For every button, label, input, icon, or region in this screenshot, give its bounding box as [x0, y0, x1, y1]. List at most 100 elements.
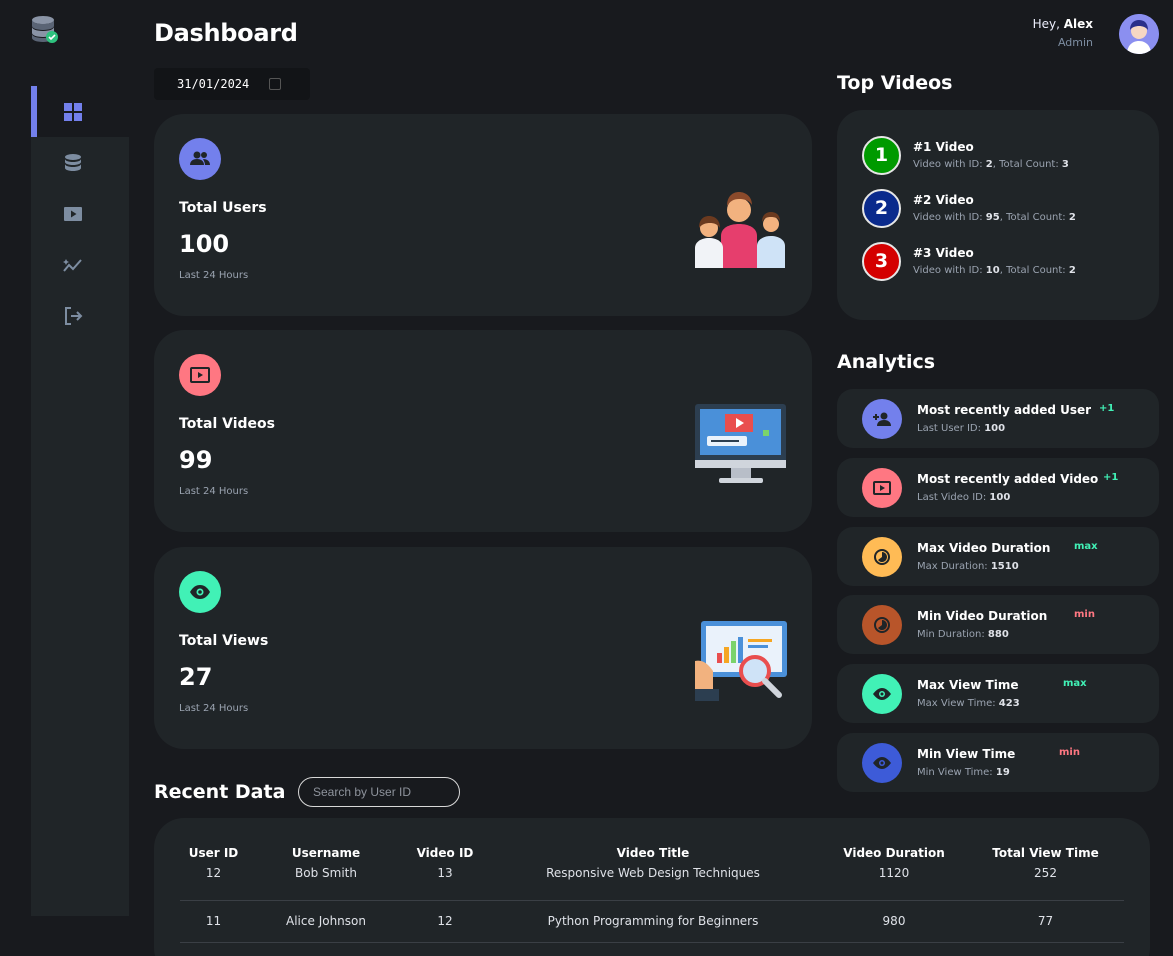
analytics-title-text: Max Video Duration	[917, 541, 1051, 555]
analytics-tag: +1	[1099, 403, 1115, 414]
search-input[interactable]	[298, 777, 460, 807]
rank-badge: 3	[862, 241, 901, 281]
add-user-icon	[862, 398, 902, 439]
table-cell: 12	[405, 900, 485, 943]
analytics-title: Analytics	[837, 351, 936, 373]
top-video-item[interactable]: 2 #2 Video Video with ID: 95, Total Coun…	[862, 188, 1134, 228]
analytics-item[interactable]: Most recently added Video Last Video ID:…	[837, 458, 1159, 517]
analytics-sub: Last User ID: 100	[917, 423, 1006, 434]
top-videos-title: Top Videos	[837, 72, 953, 94]
analytics-item[interactable]: Max Video Duration Max Duration: 1510 ma…	[837, 527, 1159, 586]
sidebar	[31, 86, 129, 916]
analytics-sub: Max Duration: 1510	[917, 561, 1019, 572]
monitor-illustration	[695, 404, 786, 483]
rank-badge: 1	[862, 135, 901, 175]
top-video-item[interactable]: 1 #1 Video Video with ID: 2, Total Count…	[862, 135, 1134, 175]
table-header-row: User ID Username Video ID Video Title Vi…	[180, 846, 1124, 864]
analytics-icon	[63, 258, 82, 272]
analytics-item[interactable]: Max View Time Max View Time: 423 max	[837, 664, 1159, 723]
sidebar-item-logout[interactable]	[31, 290, 129, 341]
eye-icon	[862, 742, 902, 783]
stat-card-videos: Total Videos 99 Last 24 Hours	[154, 330, 812, 532]
stat-card-views: Total Views 27 Last 24 Hours	[154, 547, 812, 749]
sidebar-item-analytics[interactable]	[31, 239, 129, 290]
stat-period: Last 24 Hours	[179, 486, 249, 497]
top-video-title: #3 Video	[913, 246, 974, 260]
analytics-tag: max	[1074, 541, 1098, 552]
analytics-tag: min	[1059, 747, 1080, 758]
video-icon	[862, 467, 902, 508]
profile: Hey, Alex Admin	[1033, 14, 1159, 54]
date-value: 31/01/2024	[177, 77, 250, 91]
user-name: Alex	[1063, 17, 1093, 31]
top-video-desc: Video with ID: 10, Total Count: 2	[913, 265, 1076, 276]
analytics-item[interactable]: Most recently added User Last User ID: 1…	[837, 389, 1159, 448]
column-header[interactable]: User ID	[180, 846, 247, 864]
sidebar-item-dashboard[interactable]	[31, 86, 129, 137]
analytics-sub: Min Duration: 880	[917, 629, 1009, 640]
user-role: Admin	[1057, 36, 1093, 49]
analytics-sub: Max View Time: 423	[917, 698, 1020, 709]
calendar-icon[interactable]	[269, 78, 282, 90]
table-cell: Bob Smith	[247, 864, 405, 901]
avatar[interactable]	[1119, 14, 1159, 54]
analytics-tag: +1	[1103, 472, 1119, 483]
column-header[interactable]: Video Title	[485, 846, 821, 864]
table-row[interactable]: 11 Alice Johnson 12 Python Programming f…	[180, 900, 1124, 943]
timer-icon	[862, 604, 902, 645]
analytics-title-text: Min View Time	[917, 747, 1016, 761]
chart-magnifier-illustration	[695, 621, 787, 701]
table-cell: Python Programming for Beginners	[485, 900, 821, 943]
analytics-item[interactable]: Min Video Duration Min Duration: 880 min	[837, 595, 1159, 654]
top-video-desc: Video with ID: 2, Total Count: 3	[913, 159, 1069, 170]
table-cell: 1120	[821, 864, 967, 901]
timer-icon	[862, 536, 902, 577]
table-cell: 11	[180, 900, 247, 943]
analytics-sub: Min View Time: 19	[917, 767, 1010, 778]
table-cell: Alice Johnson	[247, 900, 405, 943]
recent-data-table-card: User ID Username Video ID Video Title Vi…	[154, 818, 1150, 956]
grid-icon	[64, 102, 82, 121]
column-header[interactable]: Video Duration	[821, 846, 967, 864]
top-video-desc: Video with ID: 95, Total Count: 2	[913, 212, 1076, 223]
table-cell: 77	[967, 900, 1124, 943]
analytics-tag: min	[1074, 609, 1095, 620]
analytics-sub: Last Video ID: 100	[917, 492, 1011, 503]
table-cell: Responsive Web Design Techniques	[485, 864, 821, 901]
analytics-tag: max	[1063, 678, 1087, 689]
table-cell: 980	[821, 900, 967, 943]
app-logo	[30, 14, 60, 44]
sidebar-item-videos[interactable]	[31, 188, 129, 239]
column-header[interactable]: Video ID	[405, 846, 485, 864]
stat-period: Last 24 Hours	[179, 703, 249, 714]
analytics-item[interactable]: Min View Time Min View Time: 19 min	[837, 733, 1159, 792]
greeting: Hey, Alex	[1032, 17, 1093, 31]
logout-icon	[65, 306, 83, 325]
column-header[interactable]: Username	[247, 846, 405, 864]
table-cell: 252	[967, 864, 1124, 901]
rank-badge: 2	[862, 188, 901, 228]
stat-period: Last 24 Hours	[179, 270, 249, 281]
analytics-title-text: Most recently added Video	[917, 472, 1099, 486]
sidebar-item-database[interactable]	[31, 137, 129, 188]
video-icon	[64, 206, 82, 221]
eye-icon	[862, 673, 902, 714]
analytics-title-text: Min Video Duration	[917, 609, 1048, 623]
top-video-item[interactable]: 3 #3 Video Video with ID: 10, Total Coun…	[862, 241, 1134, 281]
table-row[interactable]: 12 Bob Smith 13 Responsive Web Design Te…	[180, 864, 1124, 901]
table-cell: 13	[405, 864, 485, 901]
top-video-title: #1 Video	[913, 140, 974, 154]
page-title: Dashboard	[154, 19, 298, 47]
table-cell: 12	[180, 864, 247, 901]
top-videos-card: 1 #1 Video Video with ID: 2, Total Count…	[837, 110, 1159, 320]
date-picker[interactable]: 31/01/2024	[154, 68, 310, 100]
video-icon	[179, 354, 221, 396]
users-icon	[179, 138, 221, 180]
recent-data-table: User ID Username Video ID Video Title Vi…	[180, 846, 1124, 943]
top-video-title: #2 Video	[913, 193, 974, 207]
column-header[interactable]: Total View Time	[967, 846, 1124, 864]
database-icon	[65, 153, 81, 171]
people-illustration	[695, 192, 785, 268]
recent-data-title: Recent Data	[154, 781, 286, 803]
analytics-title-text: Most recently added User	[917, 403, 1092, 417]
